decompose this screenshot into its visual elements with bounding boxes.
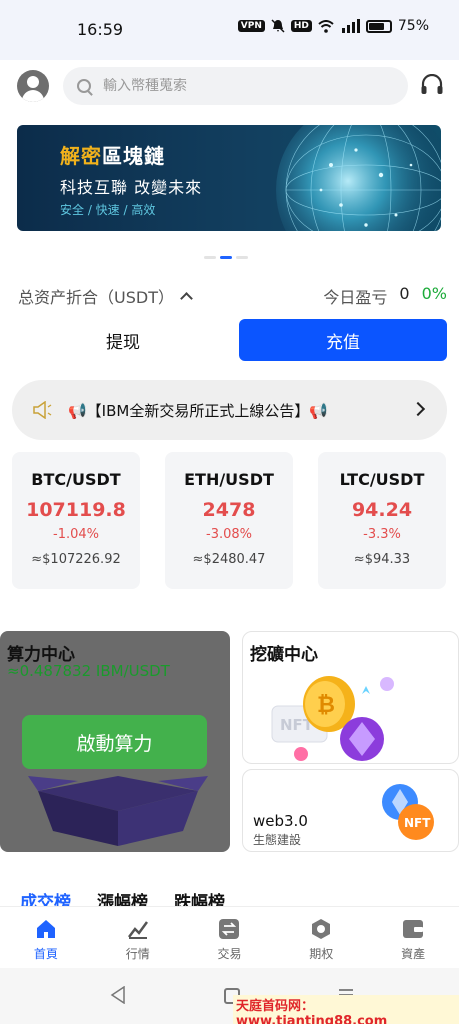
mute-icon — [271, 19, 285, 33]
ticker-usd: ≈$94.33 — [353, 552, 411, 567]
total-assets-label: 总资产折合（USDT） — [18, 288, 174, 307]
banner-tagline: 安全 / 快速 / 高效 — [60, 203, 156, 217]
ticker-usd: ≈$107226.92 — [31, 552, 121, 567]
chevron-up-icon — [180, 292, 193, 305]
deposit-button[interactable]: 充值 — [239, 319, 447, 361]
web3-subtitle: 生態建設 — [253, 833, 302, 847]
system-nav: 天庭首码网：www.tianting88.com — [0, 968, 459, 1024]
box-illustration — [28, 776, 208, 846]
chevron-right-icon — [410, 401, 426, 417]
wifi-icon — [318, 19, 334, 33]
ticker-usd: ≈$2480.47 — [192, 552, 266, 567]
ticker-change: -3.3% — [363, 527, 401, 542]
status-icons: VPN HD 75% — [237, 18, 429, 34]
nav-label: 首頁 — [33, 947, 58, 961]
options-icon — [312, 919, 331, 939]
status-time: 16:59 — [77, 20, 124, 39]
nft-eth-illustration: NFT — [382, 784, 434, 840]
avatar[interactable] — [17, 70, 49, 102]
ticker-card[interactable]: ETH/USDT 2478 -3.08% ≈$2480.47 — [165, 452, 293, 589]
nft-badge: NFT — [404, 816, 431, 830]
ticker-card[interactable]: BTC/USDT 107119.8 -1.04% ≈$107226.92 — [12, 452, 140, 589]
nav-home[interactable]: 首頁 — [0, 907, 92, 968]
watermark: 天庭首码网：www.tianting88.com — [233, 995, 459, 1024]
vpn-icon: VPN — [237, 20, 265, 32]
web3-title: web3.0 — [253, 812, 308, 830]
ticker-price: 2478 — [202, 499, 256, 521]
nav-label: 資產 — [401, 947, 426, 961]
search-input[interactable] — [103, 78, 383, 94]
today-pnl: 今日盈亏 0 0% — [323, 284, 447, 308]
headset-icon[interactable] — [420, 74, 444, 96]
hd-icon: HD — [290, 20, 312, 32]
nav-label: 行情 — [125, 947, 150, 961]
tab-losers[interactable]: 跌幅榜 — [174, 888, 225, 906]
ticker-price: 107119.8 — [26, 499, 126, 521]
search-icon — [77, 79, 91, 93]
pnl-label: 今日盈亏 — [323, 288, 388, 307]
pnl-percent: 0% — [421, 284, 447, 303]
ticker-card[interactable]: LTC/USDT 94.24 -3.3% ≈$94.33 — [318, 452, 446, 589]
compute-value: ≈0.487832 IBM/USDT — [7, 662, 170, 680]
mining-center-card[interactable]: 挖礦中心 NFT ₿ — [242, 631, 459, 764]
announcement-text: 📢【IBM全新交易所正式上線公告】📢 — [68, 401, 329, 420]
nav-options[interactable]: 期权 — [275, 907, 367, 968]
globe-illustration — [276, 125, 441, 231]
ticker-pair: BTC/USDT — [31, 470, 121, 489]
ticker-price: 94.24 — [351, 499, 413, 521]
signal-icon — [341, 19, 360, 33]
withdraw-button[interactable]: 提现 — [12, 319, 234, 361]
back-icon[interactable] — [110, 986, 126, 1004]
rank-tabs: 成交榜 漲幅榜 跌幅榜 — [20, 888, 225, 906]
announcement-bar[interactable]: 📢【IBM全新交易所正式上線公告】📢 — [12, 380, 447, 440]
web3-card[interactable]: web3.0 生態建設 NFT — [242, 769, 459, 852]
battery-level: 75% — [397, 18, 429, 34]
tab-gainers[interactable]: 漲幅榜 — [97, 888, 148, 906]
search-bar[interactable] — [63, 67, 408, 105]
compute-center-card[interactable]: 算力中心 ≈0.487832 IBM/USDT 啟動算力 — [0, 631, 230, 852]
start-compute-button[interactable]: 啟動算力 — [22, 715, 207, 769]
banner-subtitle: 科技互聯 改變未來 — [60, 178, 203, 197]
nft-coins-illustration: NFT ₿ — [271, 676, 394, 761]
speaker-icon — [33, 401, 52, 419]
wallet-icon — [403, 920, 424, 938]
svg-text:₿: ₿ — [317, 693, 335, 718]
promo-banner[interactable]: 解密區塊鏈 科技互聯 改變未來 安全 / 快速 / 高效 — [17, 125, 441, 231]
tab-volume[interactable]: 成交榜 — [20, 888, 71, 906]
nav-label: 交易 — [217, 947, 242, 961]
banner-title: 解密區塊鏈 — [60, 144, 165, 168]
nav-trade[interactable]: 交易 — [184, 907, 276, 968]
chart-icon — [127, 921, 148, 939]
pnl-value: 0 — [399, 284, 410, 303]
ticker-change: -1.04% — [53, 527, 99, 542]
mining-title: 挖礦中心 — [250, 645, 318, 665]
total-assets-toggle[interactable]: 总资产折合（USDT） — [18, 284, 193, 308]
ticker-change: -3.08% — [206, 527, 252, 542]
exchange-icon — [219, 919, 240, 939]
nav-assets[interactable]: 資產 — [367, 907, 459, 968]
ticker-pair: ETH/USDT — [184, 470, 274, 489]
nav-market[interactable]: 行情 — [92, 907, 184, 968]
nav-label: 期权 — [309, 947, 334, 961]
home-icon — [36, 920, 55, 938]
status-bar: 16:59 VPN HD 75% — [0, 0, 459, 60]
battery-icon — [365, 19, 392, 33]
ticker-pair: LTC/USDT — [339, 470, 425, 489]
carousel-indicator — [204, 256, 248, 259]
bottom-nav: 首頁 行情 交易 期权 資產 — [0, 906, 459, 968]
